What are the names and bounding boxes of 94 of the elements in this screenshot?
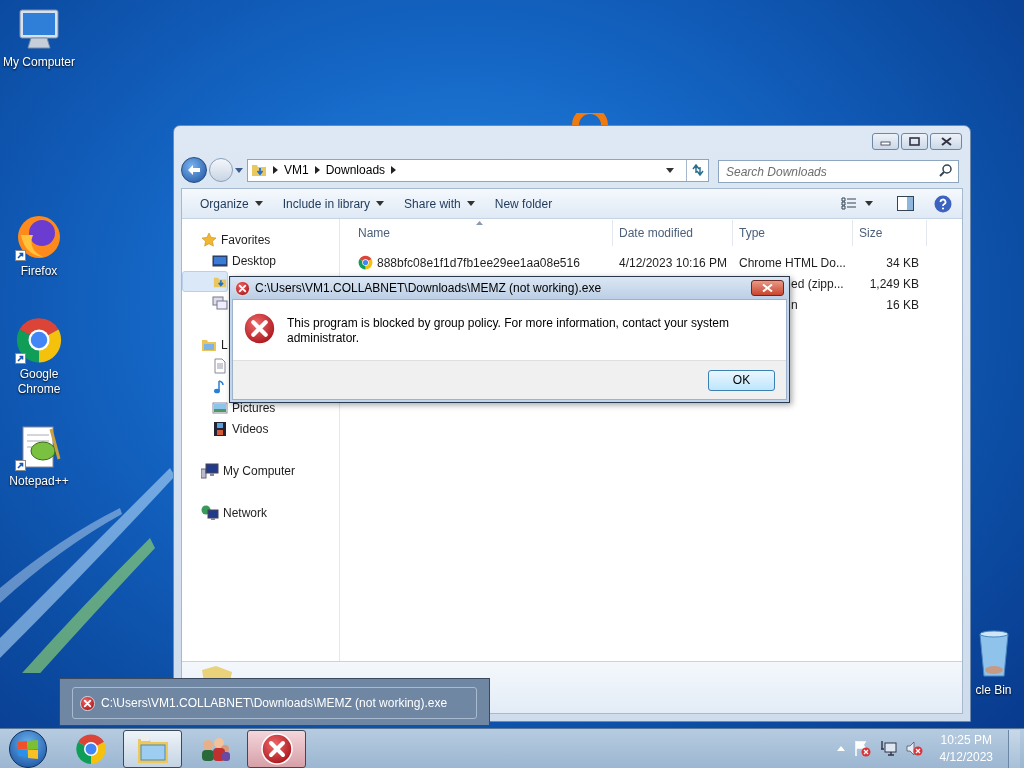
file-name[interactable]: 888bfc08e1f1d7fb1ee29ee1aa08e516 xyxy=(377,253,580,272)
preview-pane-button[interactable] xyxy=(897,196,914,211)
address-field[interactable]: VM1 Downloads xyxy=(247,158,709,182)
nav-item[interactable]: Network xyxy=(182,502,267,523)
table-cell: 1,249 KB xyxy=(869,276,919,291)
caret-icon xyxy=(666,167,674,173)
help-icon xyxy=(934,194,952,213)
chevron-icon xyxy=(273,166,278,174)
shortcut-arrow-icon xyxy=(15,250,26,261)
trash-bin-icon xyxy=(977,630,1010,680)
sort-caret-icon xyxy=(476,221,483,225)
table-cell: Chrome HTML Do... xyxy=(739,255,846,270)
caret-icon xyxy=(865,201,873,206)
back-button[interactable] xyxy=(181,157,207,183)
fox-globe-icon xyxy=(15,213,63,261)
column-header[interactable]: Type xyxy=(733,220,853,246)
browser-icon xyxy=(15,316,63,364)
network-icon xyxy=(879,740,897,757)
error-icon xyxy=(260,732,293,765)
computer-icon xyxy=(16,8,62,52)
error-icon xyxy=(243,312,276,345)
tooltip-item[interactable]: C:\Users\VM1.COLLABNET\Downloads\MEMZ (not working).exe xyxy=(72,687,477,719)
nav-item[interactable]: L xyxy=(182,334,228,355)
toolbar-button[interactable]: Share with xyxy=(396,189,483,218)
taskbar-button[interactable] xyxy=(123,729,182,768)
start-button[interactable] xyxy=(9,729,47,768)
breadcrumb-item[interactable]: Downloads xyxy=(325,161,386,179)
close-button[interactable] xyxy=(751,280,784,296)
help-button[interactable] xyxy=(934,194,952,213)
windows-flag-icon xyxy=(17,738,39,759)
chevron-icon xyxy=(391,166,397,174)
show-desktop-button[interactable] xyxy=(1008,729,1020,768)
folder-icon xyxy=(135,732,170,765)
film-icon xyxy=(212,420,228,437)
browser-icon xyxy=(74,732,107,765)
view-button[interactable] xyxy=(841,197,873,210)
caret-icon xyxy=(376,201,385,206)
table-cell: 4/12/2023 10:16 PM xyxy=(619,255,728,270)
column-header[interactable]: Name xyxy=(340,220,613,246)
table-cell: 16 KB xyxy=(886,297,919,312)
taskbar-button[interactable] xyxy=(247,729,306,768)
nav-item[interactable]: Desktop xyxy=(182,250,277,271)
icon-label: Firefox xyxy=(20,264,58,279)
dialog-title: C:\Users\VM1.COLLABNET\Downloads\MEMZ (not working).exe xyxy=(255,280,602,297)
refresh-icon xyxy=(690,164,705,176)
nav-item[interactable]: My Computer xyxy=(182,460,296,481)
computer-icon xyxy=(201,462,219,479)
icon-label: Google Chrome xyxy=(16,367,62,397)
close-icon xyxy=(762,284,773,292)
toolbar-button[interactable]: New folder xyxy=(486,189,561,218)
error-icon xyxy=(80,695,95,711)
close-button[interactable] xyxy=(930,133,962,150)
flag-icon xyxy=(853,740,871,757)
search-icon xyxy=(939,163,952,177)
toolbar-button[interactable]: Organize xyxy=(192,189,271,218)
monitor-icon xyxy=(212,252,228,269)
toolbar-button[interactable]: Include in library xyxy=(274,189,393,218)
close-icon xyxy=(940,137,952,146)
show-hidden-icons-icon xyxy=(836,746,845,751)
dialog-message: This program is blocked by group policy. For more information, contact your system administrator. xyxy=(287,315,730,346)
ok-button[interactable]: OK xyxy=(708,369,775,391)
shortcut-arrow-icon xyxy=(15,353,26,364)
folder-icon xyxy=(251,162,267,178)
icon-label: cle Bin xyxy=(975,683,1012,698)
column-header[interactable]: Size xyxy=(853,220,927,246)
table-cell: 34 KB xyxy=(886,255,919,270)
pane-icon xyxy=(897,196,914,211)
caret-icon xyxy=(466,201,475,206)
speaker-muted-icon xyxy=(905,740,923,757)
shortcut-arrow-icon xyxy=(15,460,26,471)
network-icon xyxy=(201,504,219,521)
back-arrow-icon xyxy=(187,164,201,176)
chevron-icon xyxy=(314,166,320,174)
column-header[interactable]: Date modified xyxy=(613,220,733,246)
minimize-button[interactable] xyxy=(872,133,899,150)
maximize-button[interactable] xyxy=(901,133,928,150)
nav-item[interactable]: Favorites xyxy=(182,229,271,250)
recent-pages-caret-icon xyxy=(235,167,243,173)
error-icon xyxy=(235,280,250,296)
icon-label: My Computer xyxy=(3,55,75,70)
nav-item[interactable]: Videos xyxy=(182,418,269,439)
caret-icon xyxy=(254,201,263,206)
icon-label: Notepad++ xyxy=(9,474,69,489)
browser-icon xyxy=(358,255,373,270)
picture-icon xyxy=(212,399,228,416)
breadcrumb-item[interactable]: VM1 xyxy=(284,161,309,179)
places-icon xyxy=(212,294,228,311)
maximize-icon xyxy=(909,137,920,146)
search-field[interactable]: Search Downloads xyxy=(718,160,959,183)
details-view-icon xyxy=(841,197,857,210)
document-icon xyxy=(212,357,228,374)
table-cell: ed (zipp... xyxy=(791,276,844,291)
table-cell: n xyxy=(791,297,798,312)
star-icon xyxy=(201,231,217,248)
